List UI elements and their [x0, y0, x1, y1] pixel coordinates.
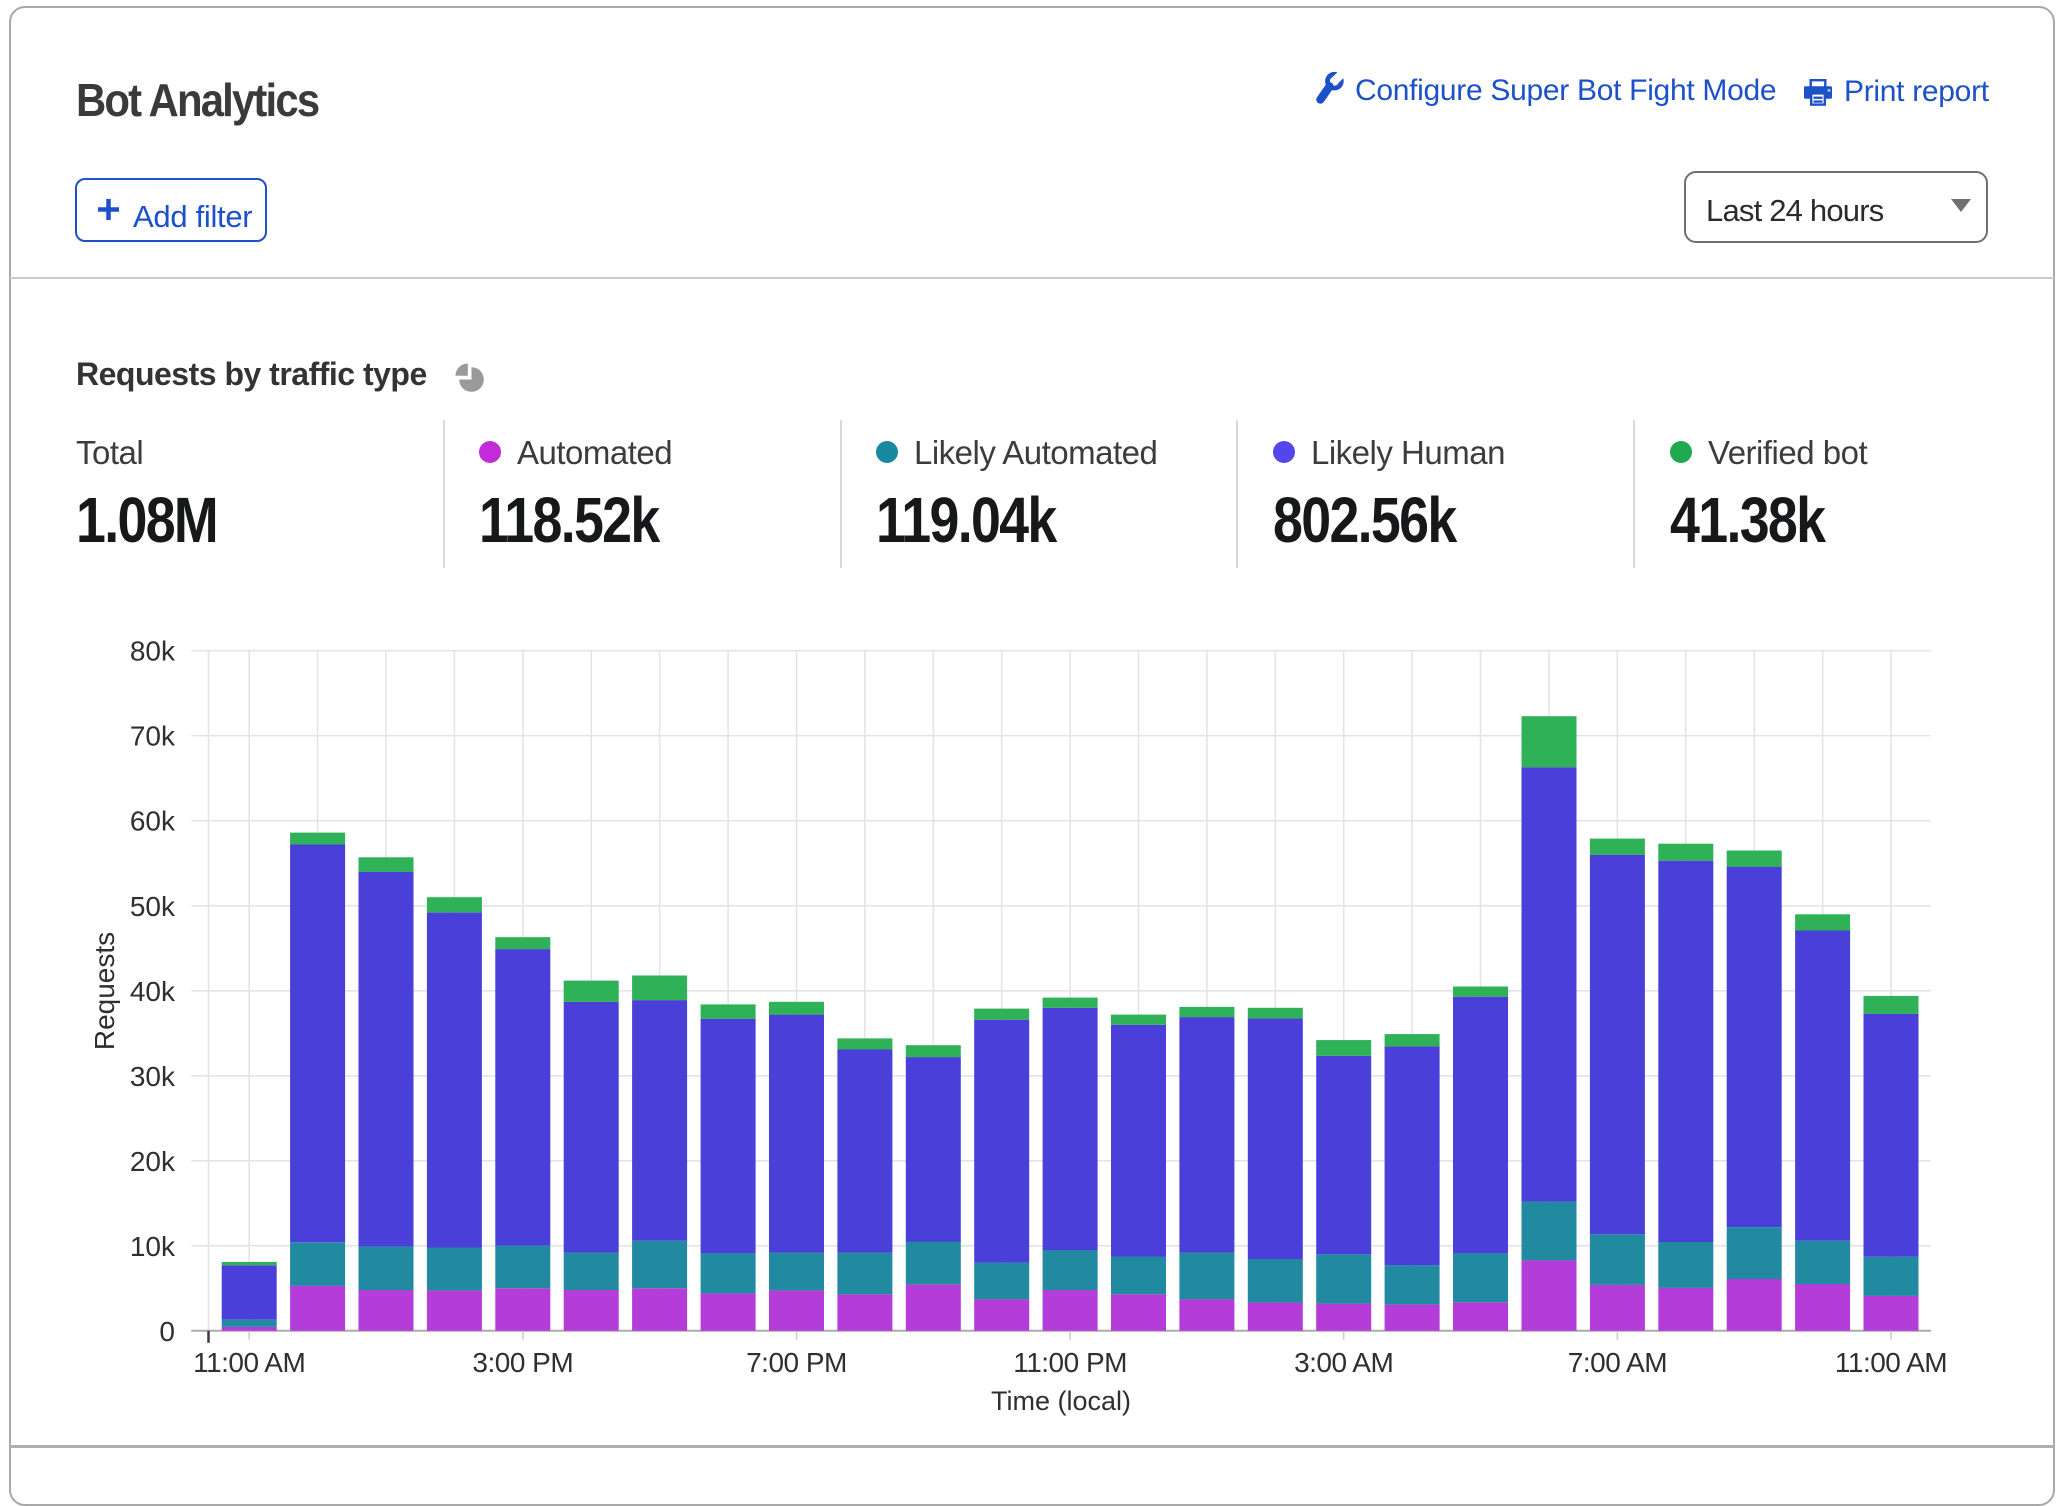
- svg-text:11:00 PM: 11:00 PM: [1013, 1347, 1127, 1378]
- svg-text:0: 0: [159, 1316, 175, 1347]
- svg-text:10k: 10k: [130, 1231, 176, 1262]
- svg-text:20k: 20k: [130, 1146, 176, 1177]
- svg-text:Time (local): Time (local): [991, 1386, 1131, 1416]
- svg-text:7:00 PM: 7:00 PM: [746, 1347, 847, 1378]
- svg-text:3:00 AM: 3:00 AM: [1294, 1347, 1393, 1378]
- svg-text:3:00 PM: 3:00 PM: [472, 1347, 573, 1378]
- svg-text:11:00 AM: 11:00 AM: [1835, 1347, 1947, 1378]
- svg-text:7:00 AM: 7:00 AM: [1568, 1347, 1667, 1378]
- svg-text:80k: 80k: [130, 636, 176, 667]
- svg-text:50k: 50k: [130, 891, 176, 922]
- svg-text:60k: 60k: [130, 806, 176, 837]
- svg-text:40k: 40k: [130, 976, 176, 1007]
- svg-text:70k: 70k: [130, 721, 176, 752]
- svg-text:11:00 AM: 11:00 AM: [193, 1347, 305, 1378]
- svg-text:Requests: Requests: [89, 932, 120, 1050]
- svg-text:30k: 30k: [130, 1061, 176, 1092]
